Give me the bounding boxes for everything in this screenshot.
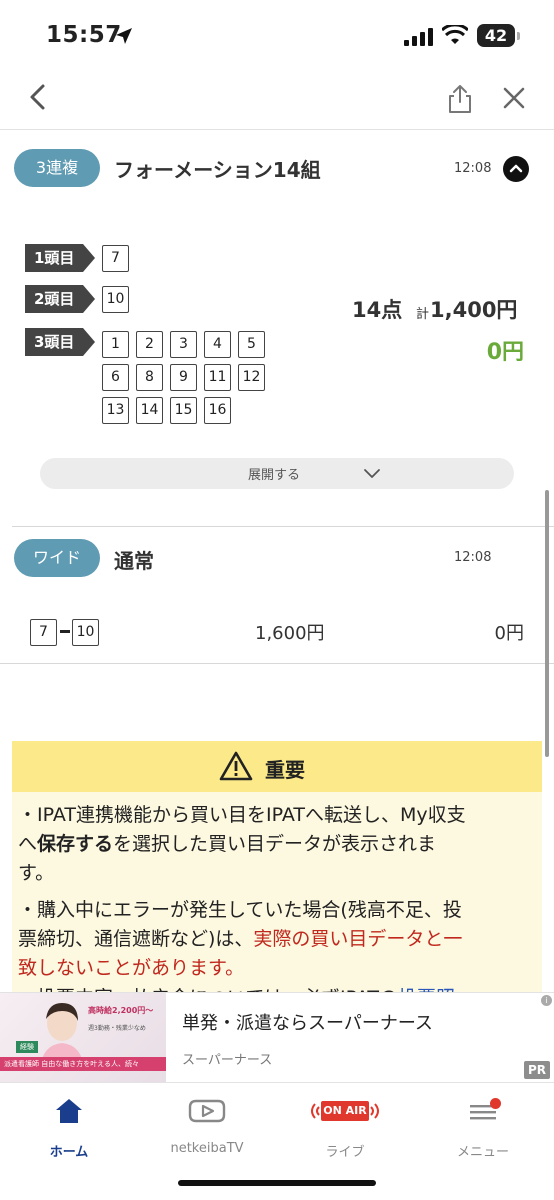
horse-number: 14 bbox=[136, 397, 163, 424]
horse-number: 5 bbox=[238, 331, 265, 358]
bet-payout: 0円 bbox=[494, 623, 524, 644]
status-time: 15:57 bbox=[46, 22, 122, 48]
horse-number: 7 bbox=[30, 619, 57, 646]
horse-number: 1 bbox=[102, 331, 129, 358]
ad-pr-badge: PR bbox=[524, 1061, 550, 1079]
ad-image-text: 週3勤務・残業少なめ bbox=[88, 1025, 146, 1032]
horse-number: 9 bbox=[170, 364, 197, 391]
bet-header-wide: ワイド 通常 12:08 bbox=[0, 528, 554, 592]
notice-title: 重要 bbox=[265, 758, 305, 782]
section-divider bbox=[0, 663, 554, 664]
tab-label: メニュー bbox=[456, 1145, 509, 1160]
bet-title: 通常 bbox=[114, 549, 154, 573]
notice-header: 重要 bbox=[12, 741, 542, 792]
battery-indicator: 42 bbox=[477, 24, 515, 47]
share-icon[interactable] bbox=[446, 84, 474, 114]
notice-line: ・IPAT連携機能から買い目をIPATへ転送し、My収支 bbox=[18, 804, 466, 826]
expand-label: 展開する bbox=[248, 468, 301, 483]
nav-bar bbox=[0, 70, 554, 130]
notice-line: す。 bbox=[18, 862, 55, 884]
collapse-button[interactable] bbox=[503, 156, 529, 182]
bet-amount: 1,600円 bbox=[255, 623, 325, 644]
horse-number: 12 bbox=[238, 364, 265, 391]
notice-paragraph-1: ・IPAT連携機能から買い目をIPATへ転送し、My収支 へ保存するを選択した買… bbox=[18, 801, 536, 888]
section-divider bbox=[12, 526, 554, 527]
bet-type-badge: ワイド bbox=[14, 539, 100, 577]
bet-header-sanrenpuku: 3連複 フォーメーション14組 12:08 bbox=[0, 137, 554, 201]
horse-number: 4 bbox=[204, 331, 231, 358]
horse-number: 13 bbox=[102, 397, 129, 424]
horse-number: 11 bbox=[204, 364, 231, 391]
close-icon[interactable] bbox=[502, 86, 526, 110]
bet-title: フォーメーション14組 bbox=[114, 158, 321, 182]
ad-image[interactable]: 高時給2,200円〜 週3勤務・残業少なめ 経験 派遣看護師 自由な働き方を叶え… bbox=[0, 993, 166, 1083]
ad-info-icon[interactable]: i bbox=[541, 995, 552, 1006]
bet-time: 12:08 bbox=[454, 550, 492, 565]
battery-tip bbox=[517, 32, 520, 40]
notice-line: へ保存するを選択した買い目データが表示されま bbox=[18, 833, 437, 855]
tab-netkeibatv[interactable]: netkeibaTV bbox=[138, 1093, 276, 1163]
horse-number: 10 bbox=[72, 619, 99, 646]
notice-line: ・購入中にエラーが発生していた場合(残高不足、投 bbox=[18, 899, 462, 921]
tab-live[interactable]: ON AIR ライブ bbox=[276, 1093, 414, 1163]
horse-number: 2 bbox=[136, 331, 163, 358]
wifi-icon bbox=[442, 25, 468, 44]
notification-dot bbox=[490, 1098, 501, 1109]
tab-label: ホーム bbox=[49, 1145, 89, 1160]
bet-total: 1,400円 bbox=[430, 298, 518, 322]
ad-headline[interactable]: 単発・派遣ならスーパーナース bbox=[182, 1009, 433, 1035]
position-label-1: 1頭目 bbox=[25, 244, 95, 272]
tab-label: netkeibaTV bbox=[170, 1141, 244, 1156]
ad-image-text: 高時給2,200円〜 bbox=[88, 1006, 154, 1015]
ad-sponsor: スーパーナース bbox=[182, 1053, 273, 1068]
combo-dash bbox=[60, 630, 70, 633]
horse-number: 6 bbox=[102, 364, 129, 391]
chevron-left-icon[interactable] bbox=[24, 82, 54, 112]
expand-button[interactable]: 展開する bbox=[40, 458, 514, 489]
horse-number: 16 bbox=[204, 397, 231, 424]
ad-image-tag: 経験 bbox=[16, 1041, 38, 1053]
bet-payout: 0円 bbox=[486, 340, 524, 365]
ad-image-strip: 派遣看護師 自由な働き方を叶える人、続々 bbox=[0, 1057, 166, 1071]
status-bar: 15:57 42 bbox=[0, 0, 554, 70]
position-label-2: 2頭目 bbox=[25, 285, 95, 313]
horse-number: 10 bbox=[102, 286, 129, 313]
ad-banner[interactable]: 高時給2,200円〜 週3勤務・残業少なめ 経験 派遣看護師 自由な働き方を叶え… bbox=[0, 992, 554, 1083]
notice-alert-text: 実際の買い目データと一 bbox=[253, 928, 463, 950]
total-prefix: 計 bbox=[416, 307, 430, 322]
tab-menu[interactable]: メニュー bbox=[414, 1093, 552, 1163]
home-indicator[interactable] bbox=[178, 1180, 376, 1186]
cellular-signal-icon bbox=[404, 28, 433, 46]
location-arrow-icon bbox=[116, 28, 132, 44]
horse-number: 7 bbox=[102, 245, 129, 272]
tab-home[interactable]: ホーム bbox=[0, 1093, 138, 1163]
chevron-down-icon bbox=[364, 469, 380, 478]
tab-label: ライブ bbox=[325, 1145, 365, 1160]
bet-time: 12:08 bbox=[454, 161, 492, 176]
horse-number: 8 bbox=[136, 364, 163, 391]
chevron-up-icon bbox=[509, 164, 523, 173]
scrollbar[interactable] bbox=[545, 490, 549, 757]
on-air-icon: ON AIR bbox=[305, 1101, 385, 1121]
warning-icon bbox=[219, 751, 253, 781]
tv-play-icon bbox=[188, 1099, 226, 1123]
bet-count: 14点 bbox=[352, 298, 403, 322]
notice-alert-text: 致しないことがあります。 bbox=[18, 957, 245, 979]
position-label-3: 3頭目 bbox=[25, 328, 95, 356]
horse-number: 15 bbox=[170, 397, 197, 424]
notice-bold: 保存する bbox=[37, 833, 114, 855]
bet-type-badge: 3連複 bbox=[14, 149, 100, 187]
horse-number: 3 bbox=[170, 331, 197, 358]
on-air-badge: ON AIR bbox=[321, 1101, 369, 1121]
notice-line: 票締切、通信遮断など)は、実際の買い目データと一 bbox=[18, 928, 463, 950]
home-icon bbox=[56, 1099, 82, 1123]
notice-paragraph-2: ・購入中にエラーが発生していた場合(残高不足、投 票締切、通信遮断など)は、実際… bbox=[18, 896, 536, 983]
